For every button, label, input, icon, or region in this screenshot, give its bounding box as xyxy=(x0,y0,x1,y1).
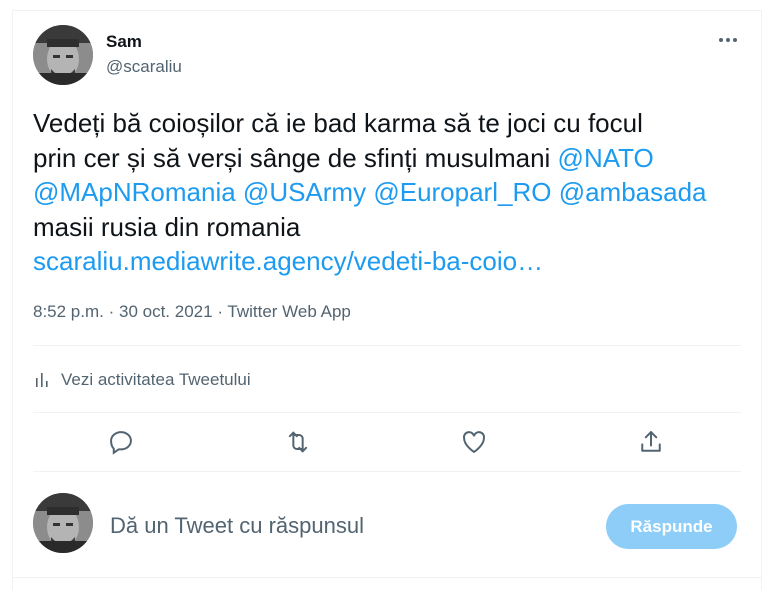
tweet-text: Vedeți bă coioșilor că ie bad karma să t… xyxy=(33,106,753,279)
tweet-source-app[interactable]: Twitter Web App xyxy=(227,302,350,321)
author-avatar[interactable] xyxy=(33,25,93,85)
like-icon[interactable] xyxy=(459,427,489,457)
reply-input[interactable]: Dă un Tweet cu răspunsul xyxy=(110,513,364,539)
divider xyxy=(33,345,741,346)
tweet-frame xyxy=(12,10,762,590)
reply-button[interactable]: Răspunde xyxy=(606,504,737,549)
divider xyxy=(33,471,741,472)
author-handle[interactable]: @scaraliu xyxy=(106,57,182,77)
reply-icon[interactable] xyxy=(106,427,136,457)
tweet-text-line: Vedeți bă coioșilor că ie bad karma să t… xyxy=(33,108,643,138)
share-icon[interactable] xyxy=(636,427,666,457)
author-name[interactable]: Sam xyxy=(106,32,142,52)
divider xyxy=(12,577,762,578)
tweet-text-line: @MApNRomania @USArmy @Europarl_RO @ambas… xyxy=(33,175,753,210)
mention-nato-link[interactable]: @NATO xyxy=(558,143,654,173)
tweet-date[interactable]: 30 oct. 2021 xyxy=(119,302,213,321)
mention-mapn-link[interactable]: @MApNRomania xyxy=(33,177,236,207)
mention-europarl-link[interactable]: @Europarl_RO xyxy=(373,177,551,207)
mention-ambasada-link[interactable]: @ambasada xyxy=(559,177,707,207)
tweet-time[interactable]: 8:52 p.m. xyxy=(33,302,104,321)
current-user-avatar[interactable] xyxy=(33,493,93,553)
analytics-icon xyxy=(36,373,48,387)
divider xyxy=(33,412,741,413)
meta-separator: · xyxy=(108,302,119,321)
activity-label: Vezi activitatea Tweetului xyxy=(61,370,251,389)
tweet-meta: 8:52 p.m. · 30 oct. 2021 · Twitter Web A… xyxy=(33,302,351,322)
tweet-text-line: masii rusia din romania xyxy=(33,211,301,242)
retweet-icon[interactable] xyxy=(283,427,313,457)
tweet-text-segment: prin cer și să verși sânge de sfinți mus… xyxy=(33,142,558,173)
avatar-image xyxy=(33,493,93,553)
meta-separator: · xyxy=(217,302,228,321)
avatar-image xyxy=(33,25,93,85)
more-options-icon[interactable] xyxy=(716,28,740,52)
tweet-url-link[interactable]: scaraliu.mediawrite.agency/vedeti-ba-coi… xyxy=(33,244,753,279)
view-tweet-activity-link[interactable]: Vezi activitatea Tweetului xyxy=(33,368,251,392)
mention-usarmy-link[interactable]: @USArmy xyxy=(243,177,366,207)
tweet-text-line: prin cer și să verși sânge de sfinți mus… xyxy=(33,141,753,176)
